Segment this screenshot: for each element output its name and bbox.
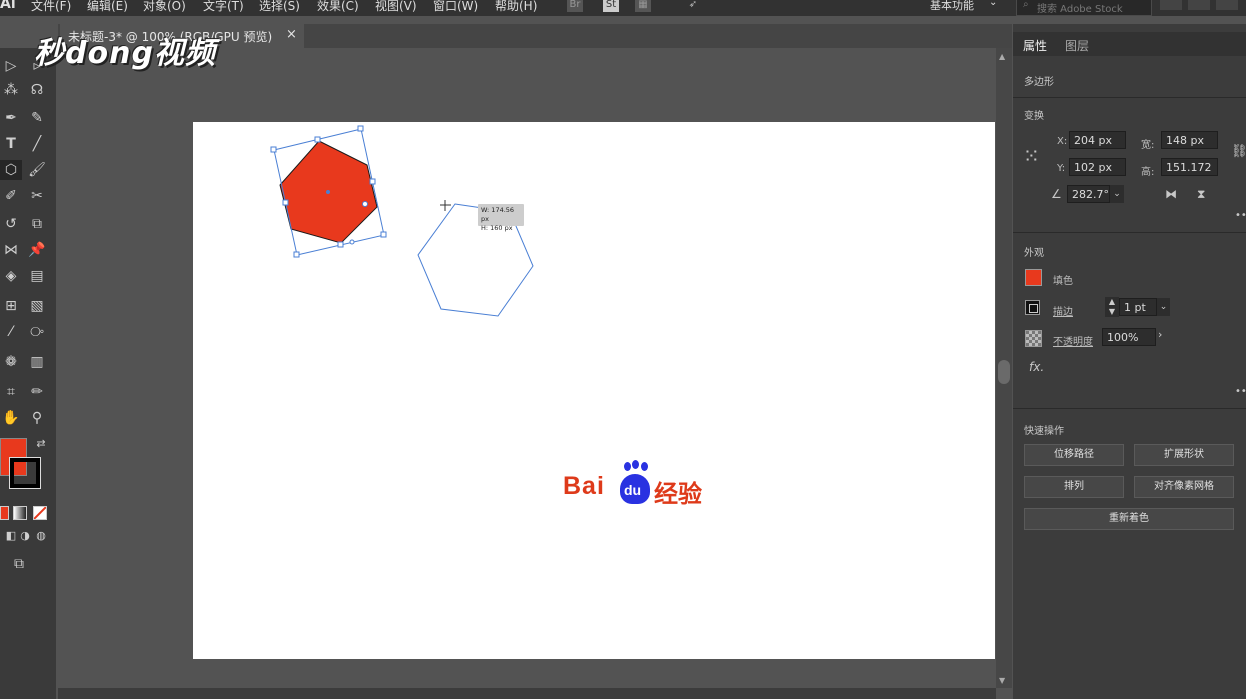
rotate-angle-icon: ∠	[1051, 187, 1062, 201]
stroke-weight-field[interactable]: 1 pt	[1119, 298, 1157, 316]
brand-logo-bai: Bai	[563, 472, 605, 500]
expand-shape-button[interactable]: 扩展形状	[1134, 444, 1234, 466]
transform-section-title: 变换	[1024, 111, 1044, 122]
x-label: X:	[1057, 136, 1068, 147]
tooltip-height: H: 160 px	[481, 224, 513, 232]
x-field[interactable]: 204 px	[1069, 131, 1126, 149]
panel-divider	[1013, 232, 1246, 233]
flip-horizontal-icon[interactable]: ⧓	[1165, 187, 1177, 201]
video-watermark-logo: 秒dong视频	[34, 36, 216, 71]
panel-divider	[1013, 408, 1246, 409]
brand-logo-du: du	[624, 482, 642, 498]
height-label: 高:	[1141, 167, 1155, 178]
offset-path-button[interactable]: 位移路径	[1024, 444, 1124, 466]
object-type-label: 多边形	[1024, 77, 1054, 88]
stroke-label[interactable]: 描边	[1053, 303, 1073, 318]
live-shape-widget[interactable]	[362, 201, 368, 207]
y-label: Y:	[1057, 163, 1066, 174]
brand-logo-jingyan: 经验	[654, 480, 702, 508]
fx-effects-button[interactable]: fx.	[1029, 360, 1044, 374]
tab-layers[interactable]: 图层	[1065, 37, 1089, 54]
align-pixel-grid-button[interactable]: 对齐像素网格	[1134, 476, 1234, 498]
tab-properties[interactable]: 属性	[1023, 37, 1047, 54]
dimension-tooltip: W: 174.56 px H: 160 px	[478, 204, 524, 232]
more-options-icon[interactable]: •••	[1235, 210, 1246, 221]
properties-panel: 属性 图层 多边形 变换 ⁙ X: 204 px 宽: 148 px Y: 10…	[1013, 24, 1246, 699]
paw-toe-icon	[641, 462, 648, 471]
rotate-dropdown-chevron-icon[interactable]: ⌄	[1110, 185, 1124, 203]
tooltip-width: W: 174.56 px	[481, 206, 515, 223]
paw-toe-icon	[632, 460, 639, 469]
constrain-proportions-icon[interactable]: ⛓	[1231, 144, 1246, 159]
opacity-expand-chevron-icon[interactable]: ›	[1158, 328, 1162, 341]
quick-actions-section-title: 快速操作	[1024, 426, 1064, 437]
opacity-checker-icon	[1025, 330, 1042, 347]
y-field[interactable]: 102 px	[1069, 158, 1126, 176]
rotate-field[interactable]: 282.7°	[1067, 185, 1110, 203]
opacity-label[interactable]: 不透明度	[1053, 333, 1093, 348]
flip-vertical-icon[interactable]: ⧗	[1197, 187, 1205, 202]
reference-point-icon[interactable]: ⁙	[1023, 144, 1040, 168]
vertical-scroll-thumb[interactable]	[998, 360, 1010, 384]
crosshair-cursor-icon	[440, 200, 451, 211]
stroke-dropdown-chevron-icon[interactable]: ⌄	[1157, 298, 1170, 316]
panel-tab-bar	[1013, 32, 1246, 56]
center-point	[326, 190, 330, 194]
stroke-color-swatch[interactable]	[1025, 300, 1040, 315]
fill-label: 填色	[1053, 276, 1073, 287]
vertical-scrollbar[interactable]: ▲ ▼	[996, 48, 1012, 688]
scroll-up-icon[interactable]: ▲	[999, 52, 1005, 61]
paw-toe-icon	[624, 462, 631, 471]
stroke-stepper-icon[interactable]: ▲ ▼	[1105, 297, 1119, 317]
paw-icon: du	[620, 474, 650, 504]
width-label: 宽:	[1141, 140, 1155, 151]
opacity-field[interactable]: 100%	[1102, 328, 1156, 346]
panel-divider	[1013, 97, 1246, 98]
side-widget[interactable]	[349, 239, 355, 245]
fill-color-swatch[interactable]	[1025, 269, 1042, 286]
arrange-button[interactable]: 排列	[1024, 476, 1124, 498]
appearance-section-title: 外观	[1024, 248, 1044, 259]
scroll-down-icon[interactable]: ▼	[999, 676, 1005, 685]
more-appearance-options-icon[interactable]: •••	[1235, 386, 1246, 397]
height-field[interactable]: 151.172	[1161, 158, 1218, 176]
width-field[interactable]: 148 px	[1161, 131, 1218, 149]
status-bar	[58, 688, 996, 699]
recolor-button[interactable]: 重新着色	[1024, 508, 1234, 530]
